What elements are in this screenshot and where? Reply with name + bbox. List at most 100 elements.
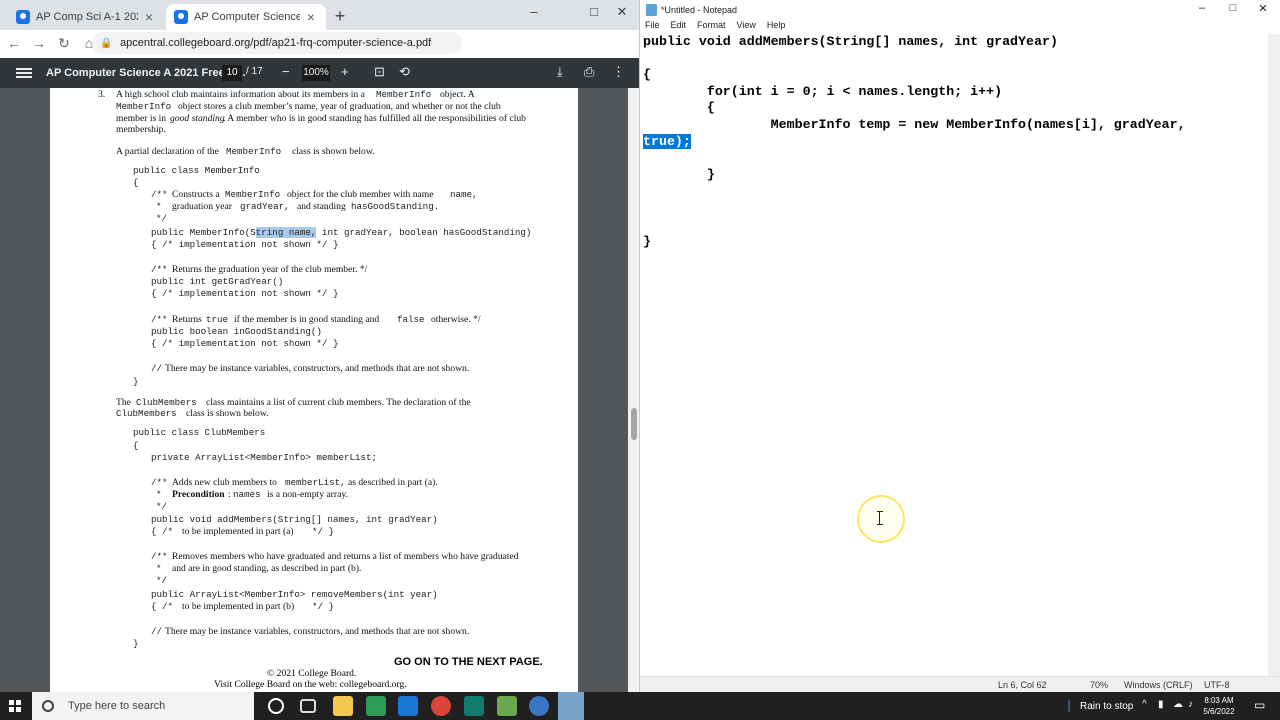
code-line: { — [643, 100, 715, 115]
code-line: } — [133, 638, 139, 649]
code-word: MemberInfo — [225, 189, 281, 200]
menu-help[interactable]: Help — [767, 20, 786, 34]
text-line: is a non-empty array. — [267, 489, 348, 500]
code-line: * — [156, 201, 162, 212]
code-line: */ — [156, 213, 168, 224]
copyright-text: © 2021 College Board. — [267, 668, 357, 679]
text-line: graduation year — [172, 201, 232, 212]
page-total: / 17 — [246, 66, 263, 77]
onedrive-icon[interactable]: ☁ — [1173, 699, 1183, 710]
zoom-out-icon[interactable]: − — [282, 64, 290, 79]
store-icon[interactable] — [366, 696, 386, 716]
code-word: MemberInfo — [376, 89, 432, 100]
text-line: to be implemented in part (a) — [182, 526, 294, 537]
close-window-button[interactable]: ✕ — [606, 0, 638, 30]
network-icon[interactable]: ▮ — [1158, 699, 1164, 710]
text-line: There may be instance variables, constru… — [165, 363, 470, 374]
menu-format[interactable]: Format — [697, 20, 726, 34]
menu-view[interactable]: View — [737, 20, 756, 34]
cortana-icon[interactable] — [268, 698, 284, 714]
scrollbar-thumb[interactable] — [631, 408, 637, 440]
code-line: public boolean inGoodStanding() — [151, 326, 322, 337]
code-line: { /* implementation not shown */ } — [151, 239, 339, 250]
page-number-input[interactable]: 10 — [222, 65, 242, 81]
code-line: } — [133, 376, 139, 387]
code-line: for(int i = 0; i < names.length; i++) — [643, 84, 1003, 99]
minimize-button[interactable]: – — [1188, 2, 1216, 14]
classroom-favicon-icon — [16, 10, 30, 24]
clock[interactable]: 8:03 AM 5/6/2022 — [1196, 695, 1242, 717]
zoom-in-icon[interactable]: + — [341, 64, 349, 79]
go-on-text: GO ON TO THE NEXT PAGE. — [394, 656, 543, 668]
weather-text[interactable]: Rain to stop — [1080, 701, 1133, 712]
notepad-titlebar: *Untitled - Notepad – □ ✕ — [640, 0, 1280, 20]
code-line: private ArrayList<MemberInfo> memberList… — [151, 452, 378, 463]
code-fragment: int gradYear, boolean hasGoodStanding) — [316, 227, 532, 238]
tab-comp-sci[interactable]: AP Comp Sci A-1 2021-22 S11 × — [8, 4, 164, 30]
rotate-icon[interactable]: ⟲ — [399, 64, 410, 80]
reload-icon[interactable]: ↻ — [53, 32, 75, 54]
text-selection: true); — [643, 134, 691, 149]
maximize-button[interactable]: □ — [1219, 2, 1247, 14]
close-window-button[interactable]: ✕ — [1249, 2, 1277, 15]
print-icon[interactable]: ⎙ — [584, 64, 594, 80]
fit-page-icon[interactable]: ⊡ — [374, 64, 385, 80]
new-tab-button[interactable]: + — [330, 6, 350, 26]
back-icon[interactable]: ← — [3, 32, 25, 54]
more-icon[interactable]: ⋮ — [612, 64, 625, 80]
download-icon[interactable]: ⤓ — [557, 64, 563, 80]
code-line: { /* implementation not shown */ } — [151, 338, 339, 349]
close-tab-icon[interactable]: × — [142, 9, 156, 25]
text-line: class is shown below. — [292, 146, 375, 157]
text-line: Returns — [172, 314, 202, 325]
app-icon[interactable] — [497, 696, 517, 716]
text-line: object for the club member with name — [287, 189, 434, 200]
menu-icon[interactable] — [16, 68, 32, 78]
text-line: A partial declaration of the — [116, 146, 219, 157]
menu-file[interactable]: File — [645, 20, 660, 34]
tab-strip: AP Comp Sci A-1 2021-22 S11 × AP Compute… — [0, 0, 639, 30]
taskbar-search[interactable]: Type here to search — [32, 692, 254, 720]
text-line: Removes members who have graduated and r… — [172, 551, 519, 562]
zoom-input[interactable]: 100% — [302, 65, 330, 81]
clock-time: 8:03 AM — [1204, 696, 1234, 705]
code-line: public void addMembers(String[] names, i… — [643, 34, 1058, 49]
text-editor[interactable]: public void addMembers(String[] names, i… — [640, 34, 1268, 676]
menu-edit[interactable]: Edit — [671, 20, 687, 34]
mail-icon[interactable] — [398, 696, 418, 716]
text-line: as described in part (a). — [348, 477, 438, 488]
chevron-up-icon[interactable]: ^ — [1142, 699, 1147, 710]
status-bar: Ln 6, Col 62 70% Windows (CRLF) UTF-8 — [640, 676, 1280, 692]
file-explorer-icon[interactable] — [333, 696, 353, 716]
text-line: The — [116, 397, 131, 408]
volume-icon[interactable]: ♪ — [1188, 699, 1193, 710]
app-icon[interactable] — [529, 696, 549, 716]
code-word: memberList, — [285, 477, 346, 488]
code-line: } — [643, 167, 715, 182]
code-line: /** — [151, 477, 168, 488]
notifications-icon[interactable]: ▭ — [1254, 698, 1265, 712]
text-line: Returns the graduation year of the club … — [172, 264, 368, 275]
forward-icon[interactable]: → — [28, 32, 50, 54]
pdf-viewport[interactable]: 3. A high school club maintains informat… — [0, 88, 628, 692]
text-cursor-icon — [877, 511, 885, 525]
code-word: names — [233, 489, 261, 500]
code-line: public MemberInfo(String name, int gradY… — [151, 227, 532, 238]
close-tab-icon[interactable]: × — [304, 9, 318, 25]
text-line: There may be instance variables, constru… — [165, 626, 470, 637]
task-view-icon[interactable] — [300, 699, 316, 713]
address-bar[interactable]: 🔒 apcentral.collegeboard.org/pdf/ap21-fr… — [92, 32, 462, 54]
notepad-taskbar-icon[interactable] — [558, 692, 584, 720]
code-line: { /* implementation not shown */ } — [151, 288, 339, 299]
tab-ap-pdf[interactable]: AP Computer Science A 2021 Fre × — [166, 4, 326, 30]
notepad-window: *Untitled - Notepad – □ ✕ File Edit Form… — [640, 0, 1280, 692]
publisher-icon[interactable] — [464, 696, 484, 716]
chrome-icon[interactable] — [431, 696, 451, 716]
editor-scrollbar[interactable] — [1268, 34, 1280, 676]
pdf-scrollbar[interactable] — [628, 88, 639, 692]
minimize-button[interactable]: – — [518, 0, 550, 30]
windows-start-icon[interactable] — [9, 700, 21, 712]
code-line: { — [133, 177, 139, 188]
text-bold: Precondition — [172, 489, 225, 500]
code-line: */ } — [312, 601, 335, 612]
